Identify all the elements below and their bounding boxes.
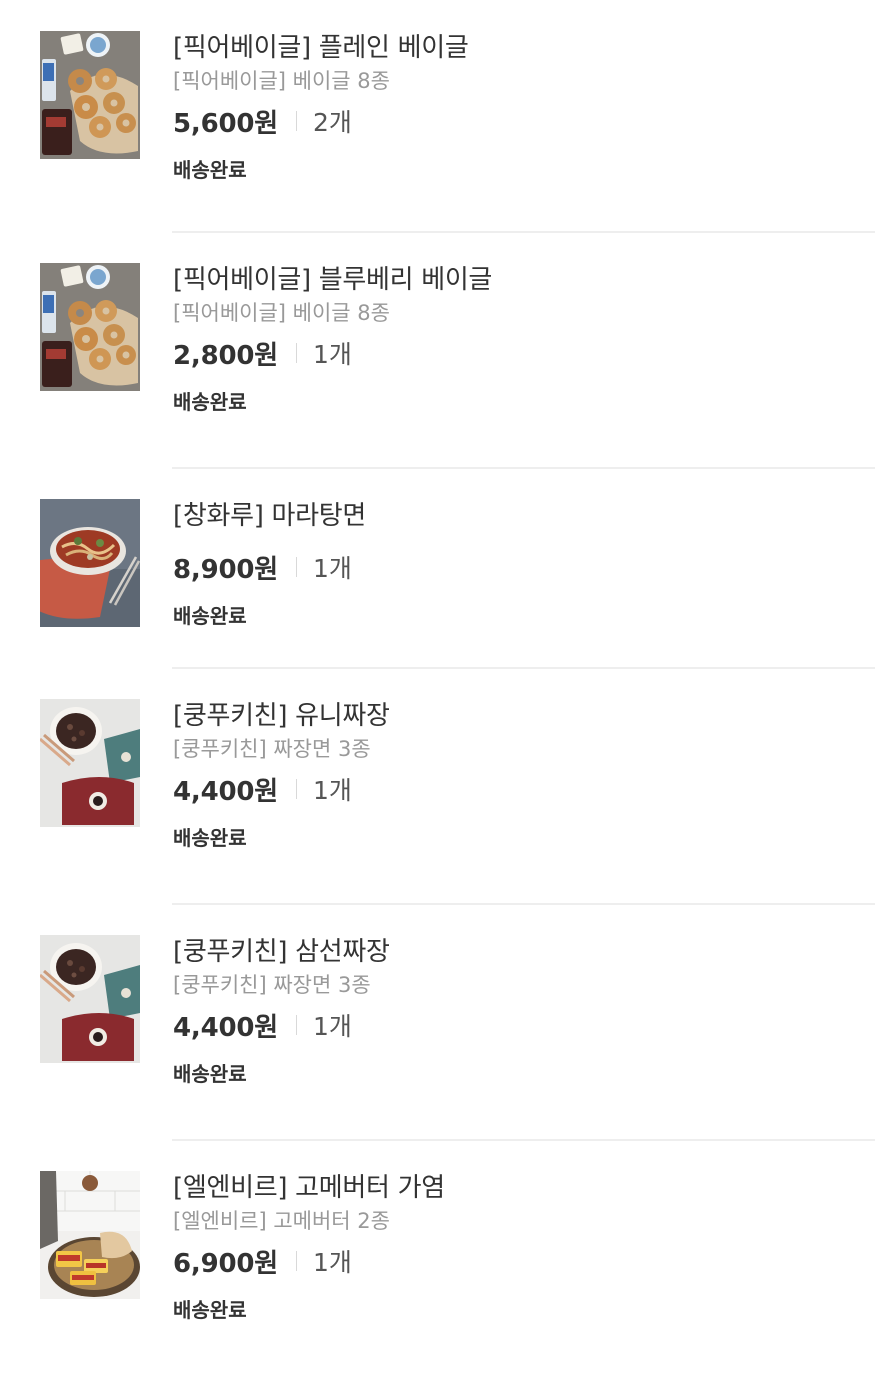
item-divider [172,903,875,905]
product-quantity: 1개 [312,1012,352,1041]
order-list: [픽어베이글] 플레인 베이글 [픽어베이글] 베이글 8종 5,600원 2개… [0,0,875,1393]
product-option: [쿵푸키친] 짜장면 3종 [173,737,371,761]
price-quantity-separator [295,557,297,577]
bagel-photo-icon [40,263,140,391]
order-info: [픽어베이글] 플레인 베이글 [픽어베이글] 베이글 8종 5,600원 2개… [173,31,853,183]
delivery-status: 배송완료 [173,604,247,628]
order-info: [쿵푸키친] 유니짜장 [쿵푸키친] 짜장면 3종 4,400원 1개 배송완료 [173,699,853,851]
price-quantity-separator [295,779,297,799]
item-divider [172,467,875,469]
product-quantity: 1개 [312,776,352,805]
jjajang-photo-icon [40,935,140,1063]
product-option: [픽어베이글] 베이글 8종 [173,69,390,93]
product-name[interactable]: [픽어베이글] 블루베리 베이글 [173,263,853,297]
price-row: 4,400원 1개 [173,1007,853,1043]
product-thumbnail-jjajang[interactable] [40,699,140,827]
price-row: 2,800원 1개 [173,335,853,371]
item-divider [172,667,875,669]
price-row: 6,900원 1개 [173,1243,853,1279]
order-info: [창화루] 마라탕면 8,900원 1개 배송완료 [173,499,853,629]
item-divider [172,231,875,233]
product-thumbnail-bagel[interactable] [40,31,140,159]
price-quantity-separator [295,343,297,363]
product-thumbnail-malatang[interactable] [40,499,140,627]
product-price: 4,400원 [173,1012,278,1043]
product-price: 6,900원 [173,1248,278,1279]
jjajang-photo-icon [40,699,140,827]
product-thumbnail-bagel[interactable] [40,263,140,391]
delivery-status: 배송완료 [173,158,247,182]
delivery-status: 배송완료 [173,1062,247,1086]
price-row: 8,900원 1개 [173,549,853,585]
product-thumbnail-butter[interactable] [40,1171,140,1299]
product-option: [픽어베이글] 베이글 8종 [173,301,390,325]
product-name[interactable]: [쿵푸키친] 유니짜장 [173,699,853,733]
product-option: [쿵푸키친] 짜장면 3종 [173,973,371,997]
item-divider [172,1139,875,1141]
product-quantity: 2개 [312,108,352,137]
product-price: 8,900원 [173,554,278,585]
product-price: 5,600원 [173,108,278,139]
bagel-photo-icon [40,31,140,159]
order-info: [쿵푸키친] 삼선짜장 [쿵푸키친] 짜장면 3종 4,400원 1개 배송완료 [173,935,853,1087]
delivery-status: 배송완료 [173,390,247,414]
order-info: [픽어베이글] 블루베리 베이글 [픽어베이글] 베이글 8종 2,800원 1… [173,263,853,415]
product-option: [엘엔비르] 고메버터 2종 [173,1209,390,1233]
product-price: 2,800원 [173,340,278,371]
product-price: 4,400원 [173,776,278,807]
price-row: 5,600원 2개 [173,103,853,139]
product-thumbnail-jjajang[interactable] [40,935,140,1063]
product-quantity: 1개 [312,554,352,583]
price-row: 4,400원 1개 [173,771,853,807]
product-name[interactable]: [쿵푸키친] 삼선짜장 [173,935,853,969]
product-name[interactable]: [엘엔비르] 고메버터 가염 [173,1171,853,1205]
product-name[interactable]: [픽어베이글] 플레인 베이글 [173,31,853,65]
price-quantity-separator [295,1251,297,1271]
product-quantity: 1개 [312,340,352,369]
delivery-status: 배송완료 [173,1298,247,1322]
delivery-status: 배송완료 [173,826,247,850]
butter-photo-icon [40,1171,140,1299]
product-quantity: 1개 [312,1248,352,1277]
order-info: [엘엔비르] 고메버터 가염 [엘엔비르] 고메버터 2종 6,900원 1개 … [173,1171,853,1323]
product-name[interactable]: [창화루] 마라탕면 [173,499,853,533]
malatang-photo-icon [40,499,140,627]
price-quantity-separator [295,111,297,131]
price-quantity-separator [295,1015,297,1035]
